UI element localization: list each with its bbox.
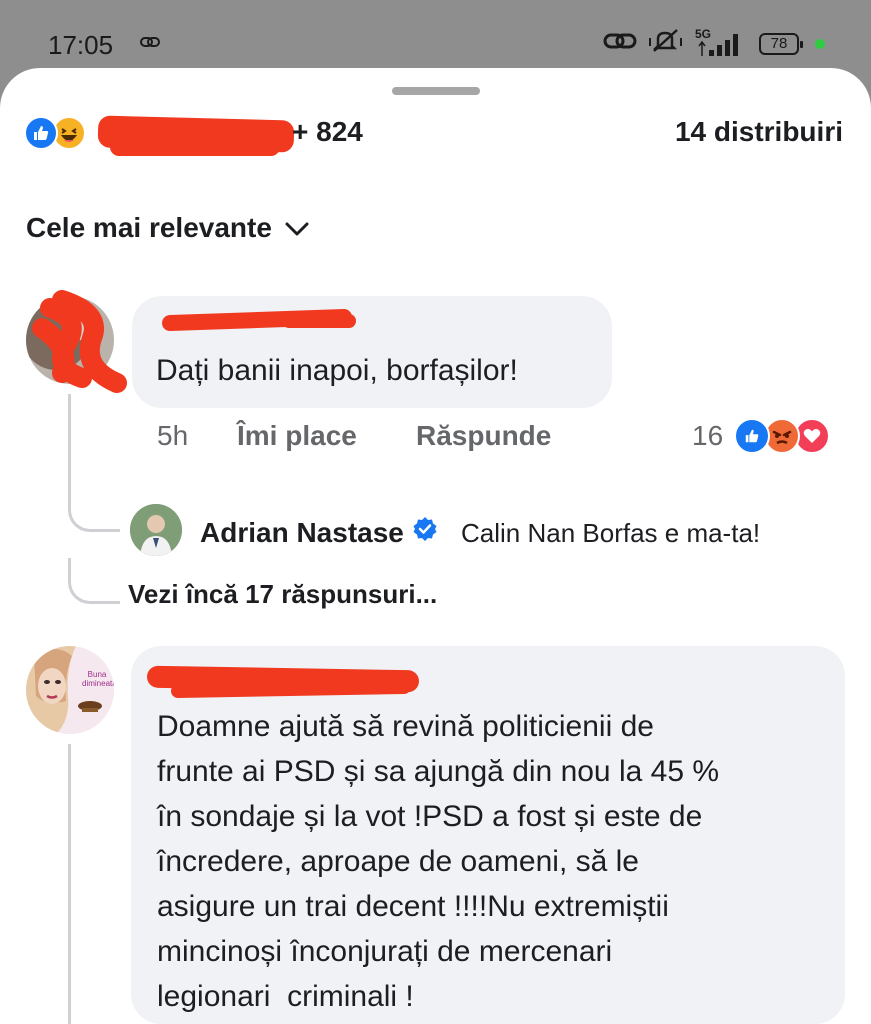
battery-icon: 78 [759,32,803,55]
reply-author[interactable]: Adrian Nastase [200,516,438,549]
reaction-count[interactable]: + 824 [292,116,363,148]
comment-text: Dați banii inapoi, borfașilor! [156,354,518,387]
share-count[interactable]: 14 distribuiri [675,116,843,148]
verified-badge-icon [412,516,438,549]
link-icon [140,35,160,54]
reply-button[interactable]: Răspunde [416,420,551,452]
mute-vibrate-icon [649,28,683,59]
sort-dropdown[interactable]: Cele mai relevante [26,212,310,244]
link-icon [603,30,637,57]
comment-text-line: asigure un trai decent !!!!Nu extremiști… [157,890,669,923]
status-dot [815,38,825,49]
comment-text-line: în sondaje și la vot !PSD a fost și este… [157,800,703,833]
status-time: 17:05 [48,30,114,60]
comments-sheet: + 824 14 distribuiri Cele mai relevante … [0,68,871,1024]
comment-text-line: frunte ai PSD și sa ajungă din nou la 45… [157,755,720,788]
comment-text-line: legionari criminali ! [157,980,414,1013]
like-reaction-icon [24,116,58,150]
avatar-caption: Buna dimineata [82,670,114,688]
reply-author-name: Adrian Nastase [200,516,404,548]
comment-reaction-count[interactable]: 16 [692,420,723,452]
comment-bubble[interactable]: Doamne ajută să revină politicienii de f… [131,646,845,1024]
comment-reactions[interactable] [734,418,830,454]
thread-line [68,744,71,1024]
reaction-summary[interactable] [24,116,86,150]
reply-text: Calin Nan Borfas e ma-ta! [461,518,761,548]
commenter-avatar[interactable]: Buna dimineata [26,646,114,734]
redacted-author-mark [170,679,412,699]
comment-text-line: mincinoși înconjurați de mercenari [157,935,613,968]
like-button[interactable]: Îmi place [237,420,357,452]
sort-label: Cele mai relevante [26,212,272,243]
comment-time: 5h [157,420,189,451]
redacted-author-mark [282,314,356,328]
drag-handle[interactable] [392,87,480,95]
reply-author-avatar[interactable] [130,504,182,556]
comment-text: Doamne ajută să revină politicienii de f… [157,704,719,1019]
view-more-replies-link[interactable]: Vezi încă 17 răspunsuri... [128,579,437,610]
comment-text-line: încredere, aproape de oameni, să le [157,845,639,878]
redacted-names-mark [110,138,280,156]
like-reaction-icon [734,418,770,454]
comment-text-line: Doamne ajută să revină politicienii de [157,710,654,743]
comment-bubble[interactable]: Dați banii inapoi, borfașilor! [132,296,612,408]
signal-icon: 5G [695,27,747,58]
chevron-down-icon [284,212,310,244]
thread-connector [68,488,120,532]
redacted-avatar-mark [32,290,127,393]
thread-connector [68,558,120,604]
